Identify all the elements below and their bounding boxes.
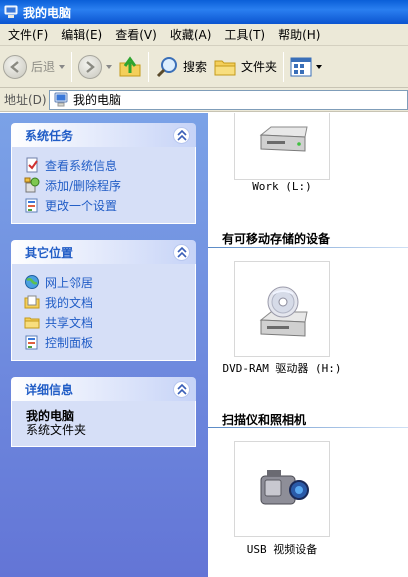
other-places-title: 其它位置 bbox=[25, 245, 74, 260]
folders-label: 文件夹 bbox=[241, 60, 278, 74]
views-dropdown-icon[interactable] bbox=[316, 64, 323, 69]
title-bar: 我的电脑 bbox=[0, 0, 408, 24]
drive-work-label: Work (L:) bbox=[252, 180, 312, 193]
computer-icon bbox=[4, 5, 18, 18]
back-label: 后退 bbox=[31, 60, 56, 74]
forward-arrow-icon bbox=[86, 60, 95, 73]
add-remove-programs-icon bbox=[24, 177, 40, 193]
computer-icon bbox=[54, 92, 68, 106]
details-desc: 系统文件夹 bbox=[26, 423, 87, 437]
control-panel-icon bbox=[25, 335, 38, 350]
place-shared-documents[interactable]: 共享文档 bbox=[24, 312, 195, 332]
task-label: 更改一个设置 bbox=[45, 198, 118, 213]
menu-tools[interactable]: 工具(T) bbox=[216, 26, 270, 43]
system-tasks-title: 系统任务 bbox=[25, 128, 74, 143]
dvd-drive-icon bbox=[259, 286, 308, 337]
up-folder-icon bbox=[119, 55, 141, 76]
place-my-documents[interactable]: 我的文档 bbox=[24, 292, 195, 312]
usb-video-tile[interactable] bbox=[234, 441, 330, 537]
collapse-chevron-icon[interactable] bbox=[173, 380, 190, 398]
place-label: 控制面板 bbox=[45, 335, 94, 350]
views-icon bbox=[290, 57, 312, 76]
place-control-panel[interactable]: 控制面板 bbox=[24, 332, 195, 352]
group-scanners-title: 扫描仪和照相机 bbox=[222, 413, 307, 427]
address-label: 地址(D) bbox=[4, 93, 47, 107]
address-bar: 地址(D) 我的电脑 bbox=[0, 88, 408, 112]
folders-button[interactable]: 文件夹 bbox=[210, 50, 280, 84]
address-field[interactable]: 我的电脑 bbox=[49, 89, 408, 110]
hard-drive-icon bbox=[259, 126, 308, 152]
shared-folder-icon bbox=[24, 317, 40, 329]
search-label: 搜索 bbox=[183, 60, 208, 74]
back-arrow-icon bbox=[10, 60, 19, 73]
menu-view[interactable]: 查看(V) bbox=[107, 26, 162, 43]
task-pane: 系统任务 查看系统信息 添加/删除程序 更改一个设置 其它位置 网上邻居 我的文… bbox=[0, 113, 208, 577]
toolbar: 后退 搜索 文件夹 bbox=[0, 46, 408, 88]
task-change-setting[interactable]: 更改一个设置 bbox=[24, 195, 195, 215]
system-tasks-header[interactable]: 系统任务 bbox=[11, 123, 196, 147]
forward-dropdown-icon[interactable] bbox=[106, 64, 113, 69]
details-header[interactable]: 详细信息 bbox=[11, 377, 196, 401]
system-tasks-panel: 系统任务 查看系统信息 添加/删除程序 更改一个设置 bbox=[11, 123, 196, 224]
system-info-icon bbox=[26, 157, 38, 173]
menu-edit[interactable]: 编辑(E) bbox=[53, 26, 107, 43]
usb-video-label: USB 视频设备 bbox=[246, 543, 318, 556]
group-divider bbox=[208, 247, 408, 248]
search-icon bbox=[156, 56, 178, 77]
collapse-chevron-icon[interactable] bbox=[173, 126, 190, 144]
group-removable-title: 有可移动存储的设备 bbox=[222, 232, 331, 246]
control-panel-icon bbox=[25, 198, 38, 213]
toolbar-separator bbox=[148, 51, 150, 82]
task-add-remove-programs[interactable]: 添加/删除程序 bbox=[24, 175, 195, 195]
back-button[interactable]: 后退 bbox=[0, 50, 68, 84]
menu-file[interactable]: 文件(F) bbox=[0, 26, 53, 43]
toolbar-separator bbox=[283, 51, 285, 82]
details-panel: 详细信息 我的电脑 系统文件夹 bbox=[11, 377, 196, 447]
task-label: 查看系统信息 bbox=[45, 158, 118, 173]
menu-bar: 文件(F) 编辑(E) 查看(V) 收藏(A) 工具(T) 帮助(H) bbox=[0, 24, 408, 46]
place-network[interactable]: 网上邻居 bbox=[24, 272, 195, 292]
details-body: 我的电脑 系统文件夹 bbox=[11, 401, 196, 447]
camcorder-icon bbox=[260, 470, 309, 505]
details-name: 我的电脑 bbox=[26, 409, 75, 423]
window-title: 我的电脑 bbox=[23, 5, 72, 20]
drive-dvd-label: DVD-RAM 驱动器 (H:) bbox=[222, 362, 342, 375]
menu-favorites[interactable]: 收藏(A) bbox=[162, 26, 217, 43]
menu-help[interactable]: 帮助(H) bbox=[270, 26, 325, 43]
details-title: 详细信息 bbox=[25, 382, 74, 397]
up-folder-button[interactable] bbox=[115, 50, 145, 84]
collapse-chevron-icon[interactable] bbox=[173, 243, 190, 261]
folders-icon bbox=[214, 60, 236, 75]
drive-dvd-tile[interactable] bbox=[234, 261, 330, 357]
back-dropdown-icon[interactable] bbox=[59, 64, 66, 69]
forward-button[interactable] bbox=[75, 50, 115, 84]
drive-work-tile[interactable] bbox=[234, 113, 330, 180]
other-places-header[interactable]: 其它位置 bbox=[11, 240, 196, 264]
views-button[interactable] bbox=[287, 50, 325, 84]
place-label: 我的文档 bbox=[45, 295, 94, 310]
place-label: 网上邻居 bbox=[45, 275, 94, 290]
task-label: 添加/删除程序 bbox=[45, 178, 122, 193]
network-places-icon bbox=[25, 275, 39, 289]
address-value: 我的电脑 bbox=[73, 93, 122, 107]
my-documents-icon bbox=[24, 295, 40, 309]
toolbar-separator bbox=[71, 51, 73, 82]
other-places-panel: 其它位置 网上邻居 我的文档 共享文档 控制面板 bbox=[11, 240, 196, 361]
content-pane: Work (L:) 有可移动存储的设备 DVD-RAM 驱动器 (H:) 扫描仪… bbox=[208, 113, 408, 577]
system-tasks-body: 查看系统信息 添加/删除程序 更改一个设置 bbox=[11, 147, 196, 224]
task-view-system-info[interactable]: 查看系统信息 bbox=[24, 155, 195, 175]
group-divider bbox=[208, 427, 408, 428]
search-button[interactable]: 搜索 bbox=[152, 50, 210, 84]
place-label: 共享文档 bbox=[45, 315, 94, 330]
other-places-body: 网上邻居 我的文档 共享文档 控制面板 bbox=[11, 264, 196, 361]
